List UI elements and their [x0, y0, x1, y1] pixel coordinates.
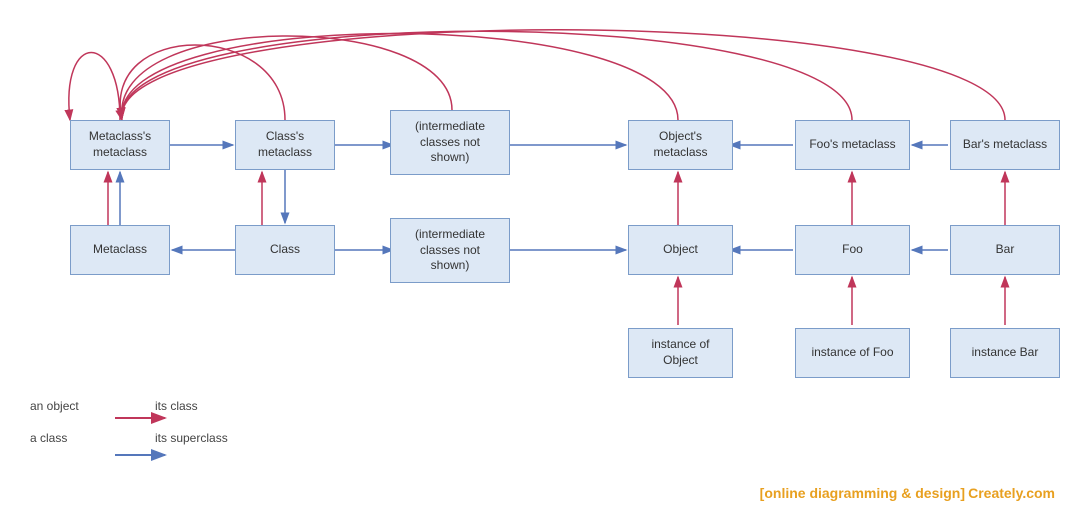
node-object-meta: Object'smetaclass	[628, 120, 733, 170]
node-metaclass-meta: Metaclass's metaclass	[70, 120, 170, 170]
legend-class-desc: its superclass	[155, 431, 228, 445]
node-class: Class	[235, 225, 335, 275]
creately-suffix: .com	[1022, 485, 1055, 501]
node-foo: Foo	[795, 225, 910, 275]
creately-branding: [online diagramming & design] Creately.c…	[760, 485, 1055, 501]
diagram-container: Metaclass's metaclass Class'smetaclass (…	[0, 0, 1071, 513]
node-class-meta: Class'smetaclass	[235, 120, 335, 170]
node-foo-meta: Foo's metaclass	[795, 120, 910, 170]
legend-class: a class its superclass	[30, 431, 228, 445]
legend-object: an object its class	[30, 399, 228, 413]
node-object: Object	[628, 225, 733, 275]
legend-class-label: a class	[30, 431, 95, 445]
node-metaclass: Metaclass	[70, 225, 170, 275]
node-inst-object: instance ofObject	[628, 328, 733, 378]
node-bar: Bar	[950, 225, 1060, 275]
node-inter-meta: (intermediateclasses notshown)	[390, 110, 510, 175]
legend-object-desc: its class	[155, 399, 198, 413]
legend: an object its class a class its supercla…	[30, 399, 228, 463]
node-inter-class: (intermediateclasses notshown)	[390, 218, 510, 283]
legend-object-label: an object	[30, 399, 95, 413]
node-inst-bar: instance Bar	[950, 328, 1060, 378]
creately-prefix: [online diagramming & design]	[760, 485, 965, 501]
node-bar-meta: Bar's metaclass	[950, 120, 1060, 170]
creately-brand[interactable]: Creately	[968, 485, 1022, 501]
node-inst-foo: instance of Foo	[795, 328, 910, 378]
